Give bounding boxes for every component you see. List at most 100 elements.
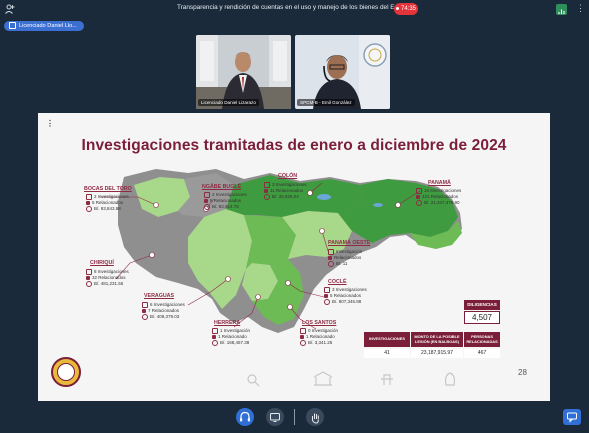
timer-value: 74:35 — [400, 6, 416, 12]
monto-value: B/. 807,346.88 — [332, 298, 362, 304]
investigaciones-count: Investigación — [336, 249, 363, 255]
relacionados-count: Relacionados — [334, 255, 362, 260]
institution-seal — [51, 357, 81, 387]
seal-center — [57, 363, 75, 381]
province-stats: 0 Investigación 1 Relacionado B/. 3,341.… — [300, 328, 338, 346]
province-stats: 1 Investigación 1 Relacionado B/. 168,45… — [212, 328, 250, 346]
province-name: VERAGUAS — [144, 293, 175, 299]
relacionados-count: 1 Relacionado — [306, 334, 335, 339]
coin-icon — [204, 203, 210, 210]
coin-icon — [324, 298, 330, 305]
participant-tile[interactable]: Licenciado Daniel Lizarazo — [196, 35, 291, 109]
relacionados-count: 11 Relacionados — [270, 188, 304, 193]
meeting-title: Transparencia y rendición de cuentas en … — [177, 4, 412, 11]
presenter-chip-label: Licenciado Daniel Llo... — [19, 23, 77, 29]
diligencias-label: DILIGENCIAS — [464, 300, 500, 310]
summary-value: 467 — [464, 349, 500, 358]
relacionados-count: 8 Relacionados — [210, 198, 242, 203]
monto-value: B/. 21,347,476.90 — [424, 199, 460, 205]
summary-header: INVESTIGACIONES — [364, 332, 410, 347]
investigaciones-count: 6 Investigaciones — [150, 302, 185, 308]
participant-tile[interactable]: SPCM-B - Emil González — [295, 35, 390, 109]
summary-header: MONTO DE LA POSIBLE LESIÓN (EN BALBOAS) — [411, 332, 463, 347]
monto-value: B/. 32,928.04 — [272, 193, 299, 199]
province-stats: 2 Investigaciones 5 Relacionados B/. 93,… — [86, 194, 129, 212]
province-name: HERRERA — [214, 320, 241, 326]
slide-page-number: 28 — [518, 368, 527, 377]
people-icon — [300, 334, 304, 339]
summary-header: PERSONAS RELACIONADAS — [464, 332, 500, 347]
people-icon — [204, 198, 208, 203]
participant-video — [196, 35, 291, 109]
screen-share-icon — [9, 22, 16, 30]
summary-value: 41 — [364, 349, 410, 358]
investigaciones-count: 0 Investigación — [308, 328, 339, 334]
investigaciones-count: 2 Investigaciones — [212, 192, 247, 198]
relacionados-count: 32 Relacionados — [92, 275, 126, 280]
recording-timer: 74:35 — [394, 3, 418, 15]
province-name: LOS SANTOS — [302, 320, 337, 326]
investigaciones-count: 1 Investigación — [220, 328, 251, 334]
investigaciones-count: 3 Investigaciones — [272, 182, 307, 188]
province-name: PANAMÁ — [428, 180, 451, 186]
relacionados-count: 5 Relacionados — [92, 200, 124, 205]
coin-icon — [142, 313, 148, 320]
province-name: PANAMÁ OESTE — [328, 240, 371, 246]
bar-chart-icon[interactable] — [556, 4, 567, 15]
investigaciones-count: 8 Investigaciones — [94, 269, 129, 275]
monto-value: B/. 93,843.88 — [94, 205, 121, 211]
province-stats: 3 Investigaciones 5 Relacionados B/. 807… — [324, 287, 367, 305]
more-vert-icon[interactable]: ⋮ — [576, 4, 585, 13]
province-name: COLÓN — [278, 173, 298, 179]
coin-icon — [264, 193, 270, 200]
monto-value: B/. 168,457.38 — [220, 339, 250, 345]
province-stats: Investigación Relacionados B/. 11 — [328, 249, 362, 267]
coin-icon — [86, 205, 92, 212]
participant-name: Licenciado Daniel Lizarazo — [198, 99, 259, 106]
relacionados-count: 7 Relacionados — [148, 308, 180, 313]
province-name: CHIRIQUÍ — [90, 260, 114, 266]
monto-value: B/. 481,231.55 — [94, 280, 124, 286]
record-dot-icon — [395, 6, 399, 10]
hand-icon[interactable] — [306, 408, 324, 426]
investigaciones-count: 3 Investigaciones — [332, 287, 367, 293]
screen-share-icon[interactable] — [266, 408, 284, 426]
province-stats: 6 Investigaciones 7 Relacionados B/. 409… — [142, 302, 185, 320]
province-stats: 16 Investigaciones 421 Relacionados B/. … — [416, 188, 461, 206]
people-icon — [264, 188, 268, 193]
province-stats: 2 Investigaciones 8 Relacionados B/. 83,… — [204, 192, 247, 210]
monto-value: B/. 11 — [336, 260, 348, 266]
coin-icon — [328, 260, 334, 267]
investigaciones-count: 16 Investigaciones — [424, 188, 462, 194]
toolbar-divider — [294, 409, 295, 425]
coin-icon — [416, 199, 422, 206]
people-icon — [142, 308, 146, 313]
summary-value: 23,187,915.97 — [411, 349, 463, 358]
province-name: NGÄBE BUGLÉ — [202, 184, 242, 190]
province-name: BOCAS DEL TORO — [84, 186, 132, 192]
chat-icon[interactable] — [563, 409, 581, 425]
headset-icon[interactable] — [236, 408, 254, 426]
participant-video — [295, 35, 390, 109]
coin-icon — [86, 280, 92, 287]
people-icon — [416, 194, 420, 199]
coin-icon — [212, 339, 218, 346]
people-icon — [212, 334, 216, 339]
relacionados-count: 1 Relacionado — [218, 334, 247, 339]
presentation-slide: ⋮ Investigaciones tramitadas de enero a … — [38, 113, 550, 401]
diligencias-value: 4,507 — [464, 311, 500, 324]
monto-value: B/. 409,379.03 — [150, 313, 180, 319]
people-icon — [86, 275, 90, 280]
province-stats: 8 Investigaciones 32 Relacionados B/. 48… — [86, 269, 129, 287]
presenter-chip[interactable]: Licenciado Daniel Llo... — [4, 21, 84, 31]
coin-icon — [300, 339, 306, 346]
province-name: COCLÉ — [328, 279, 347, 285]
investigaciones-count: 2 Investigaciones — [94, 194, 129, 200]
monto-value: B/. 3,341.25 — [308, 339, 333, 345]
relacionados-count: 5 Relacionados — [330, 293, 362, 298]
people-icon — [328, 255, 332, 260]
meeting-top-bar: Transparencia y rendición de cuentas en … — [0, 0, 589, 18]
monto-value: B/. 83,914.75 — [212, 203, 239, 209]
province-stats: 3 Investigaciones 11 Relacionados B/. 32… — [264, 182, 307, 200]
people-icon — [86, 200, 90, 205]
